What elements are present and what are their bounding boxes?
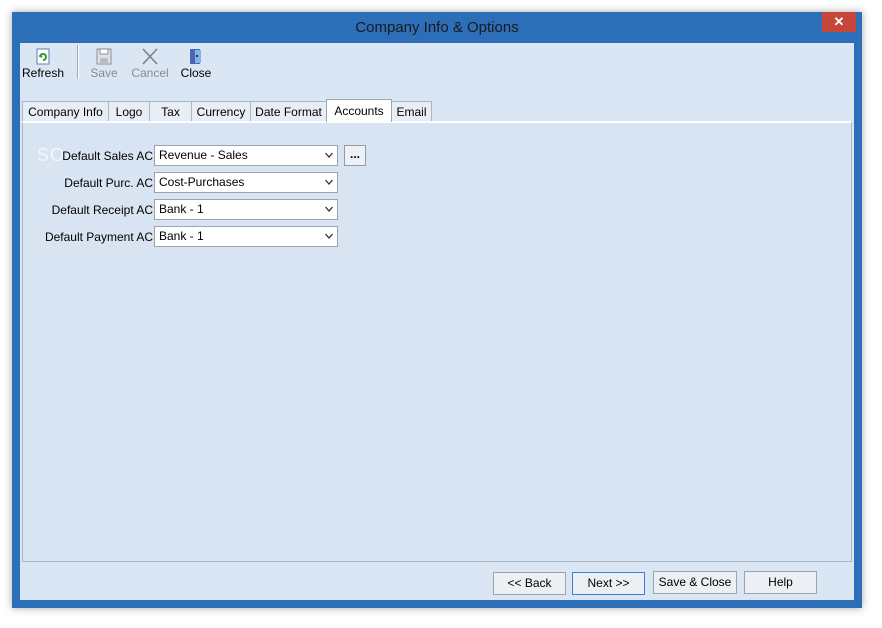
payment-ac-row: Default Payment AC (23, 226, 153, 248)
chevron-down-icon (325, 233, 333, 239)
close-label: Close (180, 66, 212, 80)
cancel-x-icon (142, 48, 158, 65)
tab-date-format[interactable]: Date Format (250, 101, 327, 121)
receipt-ac-label: Default Receipt AC (51, 203, 153, 217)
cancel-button[interactable]: Cancel (127, 45, 173, 87)
sales-ac-row: Default Sales AC (23, 145, 153, 167)
tab-email[interactable]: Email (391, 101, 432, 121)
sales-ac-value: Revenue - Sales (159, 148, 248, 162)
window-close-button[interactable]: ✕ (822, 12, 856, 32)
tab-currency[interactable]: Currency (191, 101, 251, 121)
tab-accounts[interactable]: Accounts (326, 99, 392, 122)
sales-ac-select[interactable]: Revenue - Sales (154, 145, 338, 166)
receipt-ac-value: Bank - 1 (159, 202, 204, 216)
back-button[interactable]: << Back (493, 572, 566, 595)
purchase-ac-label: Default Purc. AC (64, 176, 153, 190)
tab-company-info[interactable]: Company Info (22, 101, 109, 121)
chevron-down-icon (325, 206, 333, 212)
close-button[interactable]: Close (173, 45, 219, 87)
refresh-label: Refresh (21, 66, 65, 80)
payment-ac-value: Bank - 1 (159, 229, 204, 243)
receipt-ac-row: Default Receipt AC (23, 199, 153, 221)
chevron-down-icon (325, 152, 333, 158)
cancel-label: Cancel (131, 66, 169, 80)
tab-logo[interactable]: Logo (108, 101, 150, 121)
window-title: Company Info & Options (355, 19, 519, 36)
chevron-down-icon (325, 179, 333, 185)
payment-ac-select[interactable]: Bank - 1 (154, 226, 338, 247)
purchase-ac-value: Cost-Purchases (159, 175, 245, 189)
purchase-ac-row: Default Purc. AC (23, 172, 153, 194)
dialog-client-area: Refresh Save Cancel Close Company Info L… (20, 43, 854, 600)
next-button[interactable]: Next >> (572, 572, 645, 595)
save-button[interactable]: Save (81, 45, 127, 87)
door-exit-icon (190, 49, 201, 64)
dialog-window: Company Info & Options ✕ Refresh Save Ca… (12, 12, 862, 608)
tab-tax[interactable]: Tax (149, 101, 192, 121)
purchase-ac-select[interactable]: Cost-Purchases (154, 172, 338, 193)
toolbar-separator (77, 45, 79, 79)
browse-accounts-button[interactable]: ... (344, 145, 366, 166)
accounts-tab-panel: SO Default Sales AC Revenue - Sales ... … (22, 121, 852, 562)
payment-ac-label: Default Payment AC (44, 230, 153, 244)
floppy-disk-icon (96, 48, 112, 65)
save-close-button[interactable]: Save & Close (653, 571, 737, 594)
help-button[interactable]: Help (744, 571, 817, 594)
receipt-ac-select[interactable]: Bank - 1 (154, 199, 338, 220)
sales-ac-label: Default Sales AC (62, 149, 153, 163)
toolbar: Refresh Save Cancel Close (20, 43, 854, 89)
save-label: Save (90, 66, 118, 80)
refresh-button[interactable]: Refresh (20, 45, 66, 87)
refresh-icon (36, 48, 50, 65)
